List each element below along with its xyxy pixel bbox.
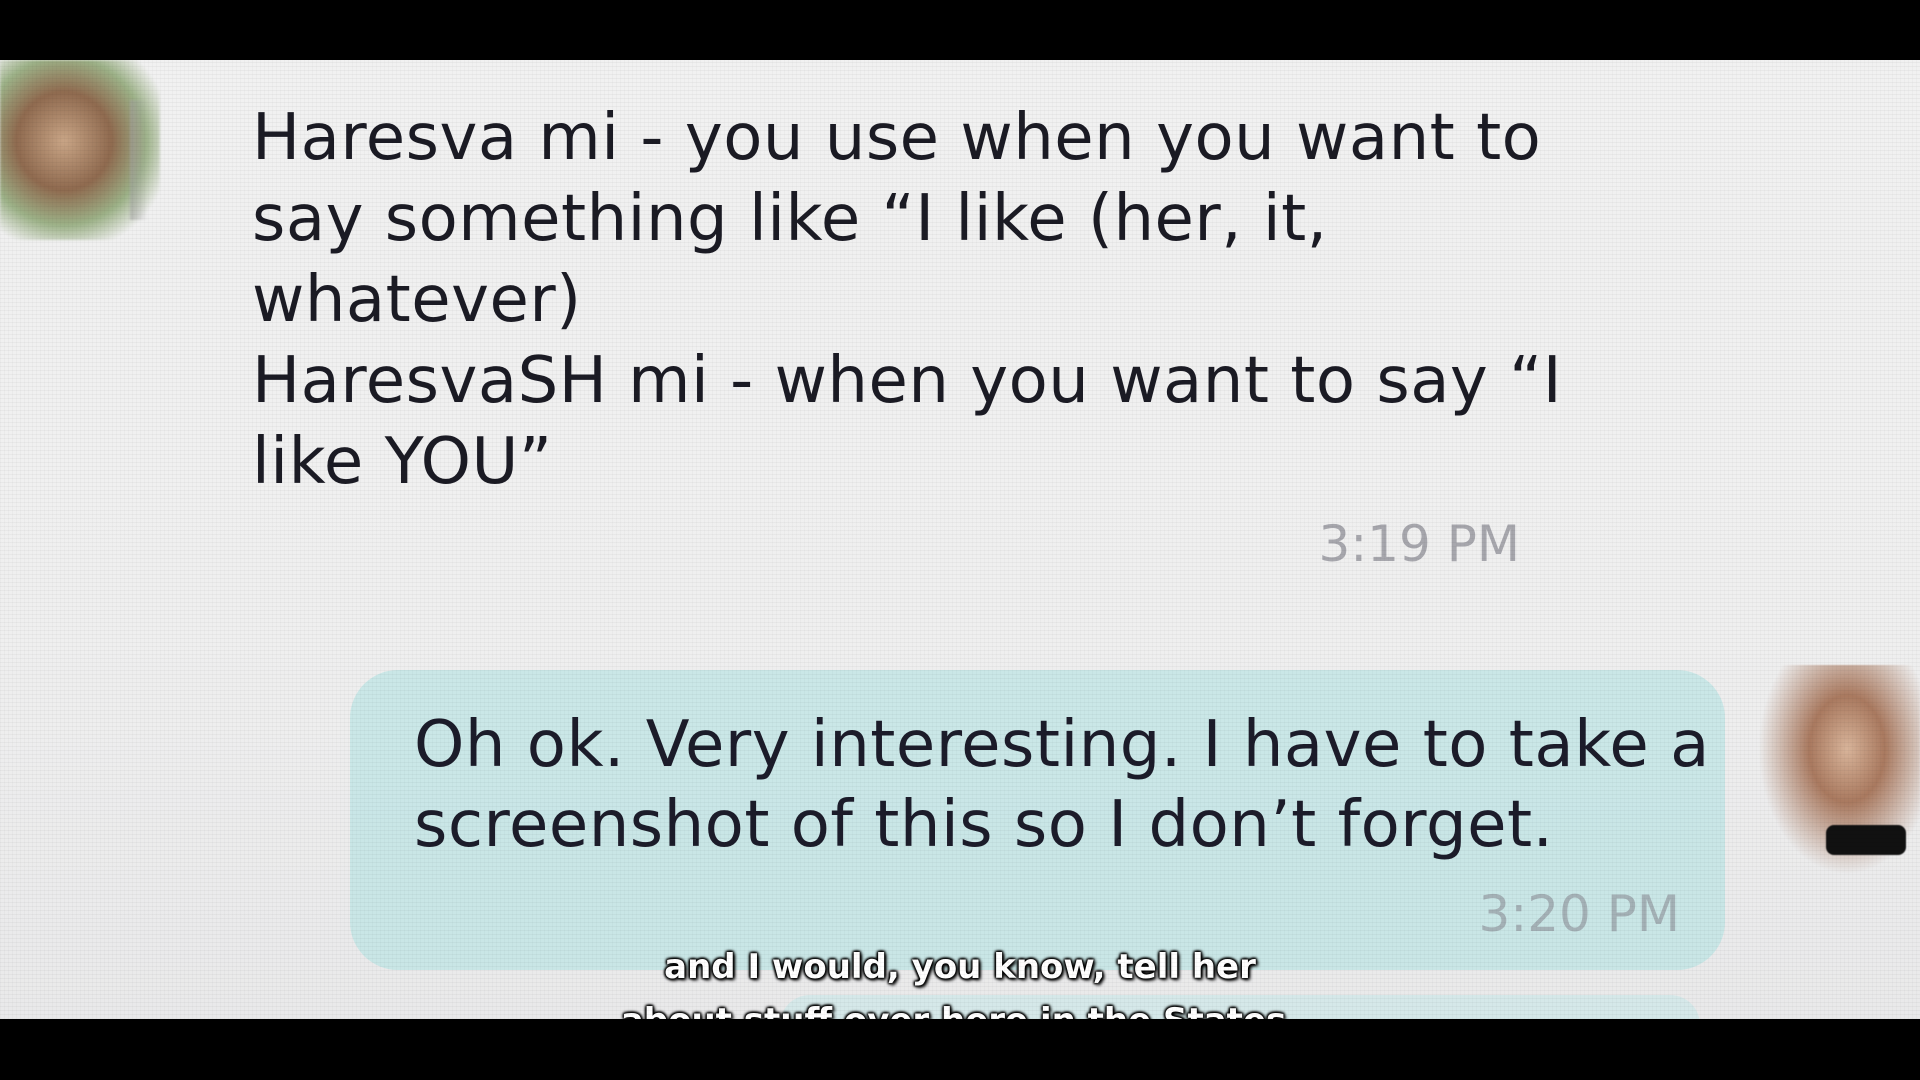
video-frame: Haresva mi - you use when you want to sa… xyxy=(0,0,1920,1080)
letterbox-bottom xyxy=(0,1019,1920,1080)
user-avatar xyxy=(1758,665,1920,875)
chat-screen: Haresva mi - you use when you want to sa… xyxy=(0,60,1920,1019)
outgoing-message-time: 3:20 PM xyxy=(1478,885,1680,943)
contact-avatar xyxy=(0,60,160,240)
subtitle-line-1: and I would, you know, tell her xyxy=(664,947,1256,987)
incoming-message-text: Haresva mi - you use when you want to sa… xyxy=(252,101,1563,499)
incoming-message-time: 3:19 PM xyxy=(1318,515,1520,573)
letterbox-top xyxy=(0,0,1920,60)
outgoing-message-text: Oh ok. Very interesting. I have to take … xyxy=(414,708,1710,862)
subtitle-line-2: about stuff over here in the States. xyxy=(460,994,1460,1019)
subtitle-caption: and I would, you know, tell her about st… xyxy=(460,940,1460,1019)
